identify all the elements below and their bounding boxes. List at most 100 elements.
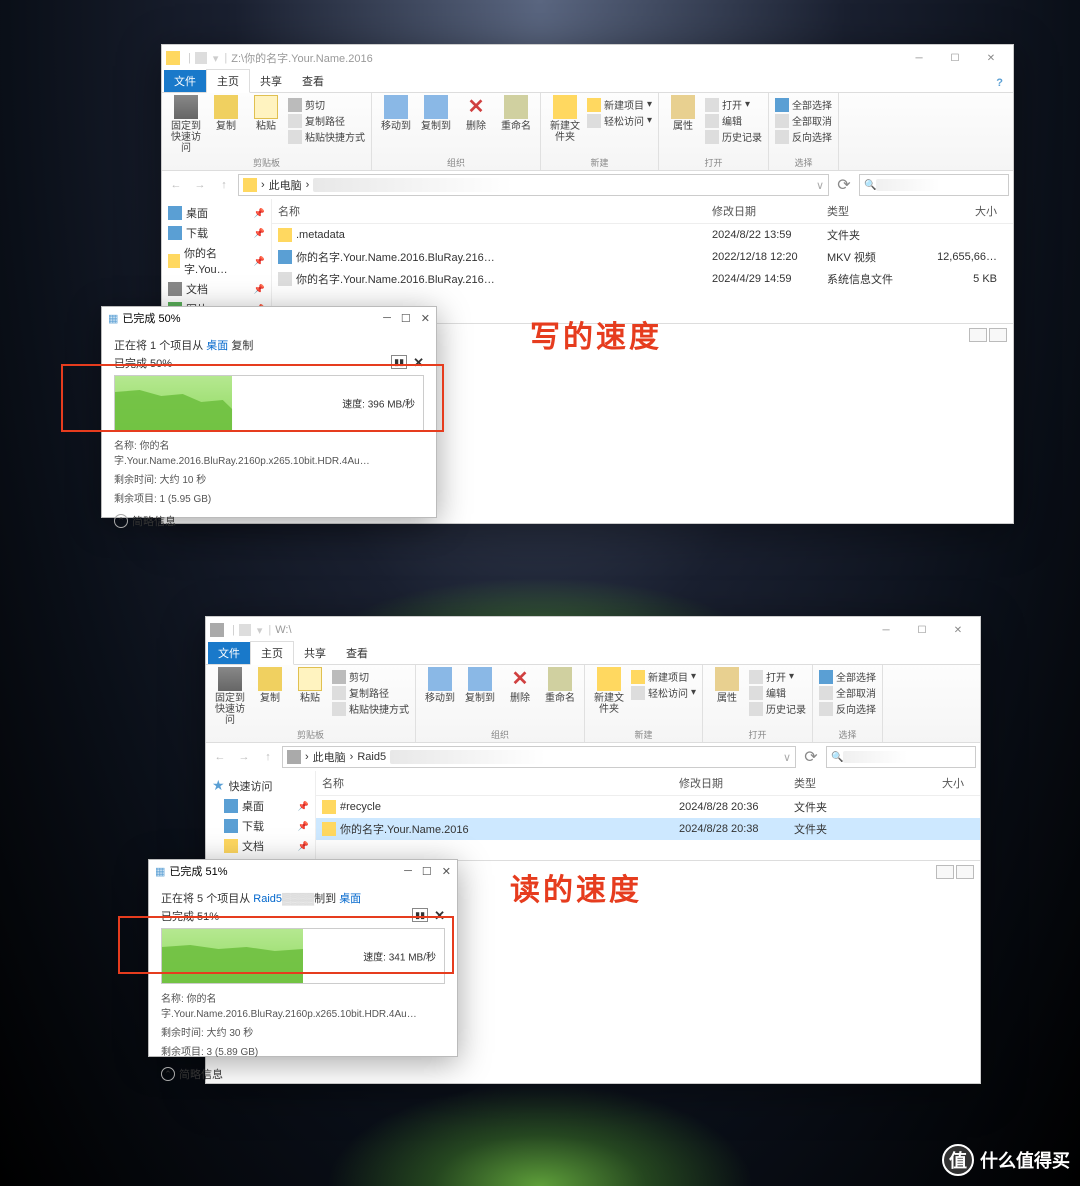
- nav-item[interactable]: 文档📌: [162, 279, 271, 299]
- copy-button[interactable]: 复制: [252, 667, 288, 704]
- title-path: W:\: [275, 624, 291, 636]
- drive-icon: [287, 750, 301, 764]
- properties-button[interactable]: 属性: [665, 95, 701, 132]
- address-row: ← → ↑ ›此电脑› ∨ ⟳ 🔍: [162, 171, 1013, 199]
- tab-view[interactable]: 查看: [292, 70, 334, 92]
- nav-item[interactable]: 下载📌: [162, 223, 271, 243]
- view-details-icon[interactable]: [969, 328, 987, 342]
- rename-button[interactable]: 重命名: [498, 95, 534, 132]
- forward-button[interactable]: →: [234, 747, 254, 767]
- watermark-badge-icon: 值: [942, 1144, 974, 1176]
- move-to-button[interactable]: 移动到: [378, 95, 414, 132]
- qat-icon[interactable]: [195, 52, 207, 64]
- drive-icon: [210, 623, 224, 637]
- file-list: #recycle2024/8/28 20:36文件夹你的名字.Your.Name…: [316, 796, 980, 840]
- open-button[interactable]: 打开 ▾: [705, 97, 762, 112]
- annotation-box-read: [118, 916, 454, 974]
- nav-item[interactable]: 桌面📌: [162, 203, 271, 223]
- copy-to-button[interactable]: 复制到: [418, 95, 454, 132]
- copy-action-text: 正在将 1 个项目从 桌面 复制: [114, 337, 424, 353]
- tab-share[interactable]: 共享: [250, 70, 292, 92]
- titlebar[interactable]: | ▾ | W:\ ─ ☐ ✕: [206, 617, 980, 643]
- paste-button[interactable]: 粘贴: [292, 667, 328, 704]
- ribbon-tabs: 文件 主页 共享 查看: [206, 643, 980, 665]
- search-input[interactable]: 🔍: [859, 174, 1009, 196]
- tab-home[interactable]: 主页: [206, 69, 250, 93]
- delete-button[interactable]: ✕删除: [458, 95, 494, 132]
- copy-button[interactable]: 复制: [208, 95, 244, 132]
- close-button[interactable]: ✕: [421, 312, 430, 325]
- pin-qa-button[interactable]: 固定到快速访问: [168, 95, 204, 154]
- file-row[interactable]: #recycle2024/8/28 20:36文件夹: [316, 796, 980, 818]
- maximize-button[interactable]: ☐: [904, 619, 940, 641]
- qat-icon[interactable]: [239, 624, 251, 636]
- refresh-button[interactable]: ⟳: [833, 174, 855, 196]
- nav-quick-access[interactable]: ★快速访问: [206, 775, 315, 796]
- less-info-button[interactable]: ⌃简略信息: [114, 513, 424, 529]
- minimize-button[interactable]: ─: [383, 312, 391, 325]
- folder-icon: [166, 51, 180, 65]
- maximize-button[interactable]: ☐: [401, 312, 411, 325]
- select-all-button[interactable]: 全部选择: [775, 97, 832, 112]
- ribbon-tabs: 文件 主页 共享 查看 ?: [162, 71, 1013, 93]
- maximize-button[interactable]: ☐: [937, 47, 973, 69]
- annotation-box-write: [61, 364, 444, 432]
- folder-icon: [243, 178, 257, 192]
- dialog-titlebar: ▦ 已完成 50% ─ ☐ ✕: [102, 307, 436, 329]
- tab-home[interactable]: 主页: [250, 641, 294, 665]
- titlebar[interactable]: | ▾ | Z:\你的名字.Your.Name.2016 ─ ☐ ✕: [162, 45, 1013, 71]
- tab-file[interactable]: 文件: [208, 642, 250, 664]
- up-button[interactable]: ↑: [214, 175, 234, 195]
- maximize-button[interactable]: ☐: [422, 865, 432, 878]
- copy-path-button[interactable]: 复制路径: [288, 113, 365, 128]
- close-button[interactable]: ✕: [940, 619, 976, 641]
- nav-item[interactable]: 你的名字.You…📌: [162, 243, 271, 279]
- ribbon: 固定到快速访问 复制 粘贴 剪切 复制路径 粘贴快捷方式 剪贴板 移动到 复制到…: [206, 665, 980, 743]
- read-speed-label: 读的速度: [510, 865, 642, 909]
- ribbon: 固定到快速访问 复制 粘贴 剪切 复制路径 粘贴快捷方式 剪贴板 移动到 复制到…: [162, 93, 1013, 171]
- less-info-button[interactable]: ⌃简略信息: [161, 1066, 445, 1082]
- nav-item[interactable]: 文档📌: [206, 836, 315, 856]
- view-large-icon[interactable]: [989, 328, 1007, 342]
- refresh-button[interactable]: ⟳: [800, 746, 822, 768]
- edit-button[interactable]: 编辑: [705, 113, 762, 128]
- nav-item[interactable]: 下载📌: [206, 816, 315, 836]
- tab-view[interactable]: 查看: [336, 642, 378, 664]
- select-none-button[interactable]: 全部取消: [775, 113, 832, 128]
- file-row[interactable]: .metadata2024/8/22 13:59文件夹: [272, 224, 1013, 246]
- address-bar[interactable]: ›此电脑› ∨: [238, 174, 829, 196]
- file-row[interactable]: 你的名字.Your.Name.2016.BluRay.216…2024/4/29…: [272, 268, 1013, 290]
- paste-button[interactable]: 粘贴: [248, 95, 284, 132]
- detail-name: 名称: 你的名字.Your.Name.2016.BluRay.2160p.x26…: [114, 437, 424, 467]
- tab-share[interactable]: 共享: [294, 642, 336, 664]
- nav-item[interactable]: 桌面📌: [206, 796, 315, 816]
- up-button[interactable]: ↑: [258, 747, 278, 767]
- minimize-button[interactable]: ─: [404, 865, 412, 878]
- help-button[interactable]: ?: [986, 74, 1013, 92]
- tab-file[interactable]: 文件: [164, 70, 206, 92]
- minimize-button[interactable]: ─: [901, 47, 937, 69]
- easy-access-button[interactable]: 轻松访问 ▾: [587, 113, 652, 128]
- close-button[interactable]: ✕: [973, 47, 1009, 69]
- back-button[interactable]: ←: [166, 175, 186, 195]
- file-row[interactable]: 你的名字.Your.Name.20162024/8/28 20:38文件夹: [316, 818, 980, 840]
- forward-button[interactable]: →: [190, 175, 210, 195]
- search-input[interactable]: 🔍: [826, 746, 976, 768]
- new-item-button[interactable]: 新建项目 ▾: [587, 97, 652, 112]
- write-speed-label: 写的速度: [530, 312, 662, 356]
- new-folder-button[interactable]: 新建文件夹: [547, 95, 583, 143]
- cut-button[interactable]: 剪切: [288, 97, 365, 112]
- close-button[interactable]: ✕: [442, 865, 451, 878]
- address-bar[interactable]: ›此电脑›Raid5 ∨: [282, 746, 796, 768]
- nav-pane: ★快速访问 桌面📌下载📌文档📌: [206, 771, 316, 860]
- file-row[interactable]: 你的名字.Your.Name.2016.BluRay.216…2022/12/1…: [272, 246, 1013, 268]
- pin-qa-button[interactable]: 固定到快速访问: [212, 667, 248, 726]
- detail-items: 剩余项目: 1 (5.95 GB): [114, 490, 424, 505]
- file-headers: 名称 修改日期 类型 大小: [272, 199, 1013, 224]
- invert-sel-button[interactable]: 反向选择: [775, 129, 832, 144]
- paste-shortcut-button[interactable]: 粘贴快捷方式: [288, 129, 365, 144]
- minimize-button[interactable]: ─: [868, 619, 904, 641]
- back-button[interactable]: ←: [210, 747, 230, 767]
- history-button[interactable]: 历史记录: [705, 129, 762, 144]
- watermark: 值 什么值得买: [942, 1144, 1070, 1176]
